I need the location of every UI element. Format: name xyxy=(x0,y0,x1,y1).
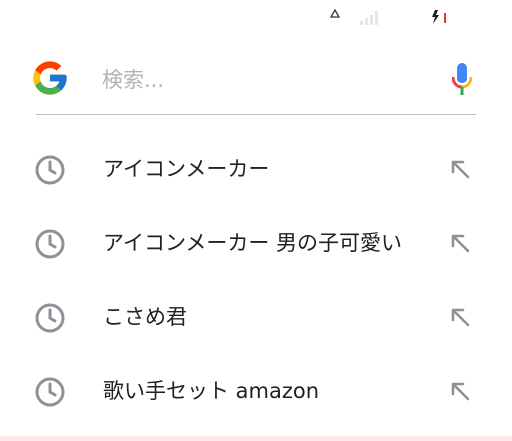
search-input[interactable] xyxy=(102,62,402,98)
google-g-logo[interactable] xyxy=(30,58,70,98)
fill-query-arrow-icon[interactable] xyxy=(448,157,472,181)
search-bar xyxy=(30,52,476,108)
search-divider xyxy=(36,114,476,115)
suggestion-text: アイコンメーカー xyxy=(103,157,270,181)
fill-query-arrow-icon[interactable] xyxy=(448,231,472,255)
fill-query-arrow-icon[interactable] xyxy=(448,305,472,329)
suggestion-item[interactable]: 歌い手セット amazon xyxy=(0,354,512,428)
history-icon xyxy=(35,303,65,333)
history-icon xyxy=(35,377,65,407)
suggestion-text: アイコンメーカー 男の子可愛い xyxy=(103,231,402,255)
bottom-edge-strip xyxy=(0,436,512,441)
fill-query-arrow-icon[interactable] xyxy=(448,379,472,403)
history-icon xyxy=(35,229,65,259)
battery-charging-icon xyxy=(432,10,446,24)
status-bar xyxy=(0,0,512,30)
history-icon xyxy=(35,155,65,185)
microphone-icon[interactable] xyxy=(452,63,472,95)
alarm-icon xyxy=(330,9,340,18)
suggestion-list: アイコンメーカー アイコンメーカー 男の子可愛い こさめ君 歌い手セット ama… xyxy=(0,132,512,428)
suggestion-text: こさめ君 xyxy=(103,305,187,329)
signal-icon xyxy=(360,11,378,25)
suggestion-text: 歌い手セット amazon xyxy=(103,379,320,403)
suggestion-item[interactable]: アイコンメーカー 男の子可愛い xyxy=(0,206,512,280)
google-search-screen: アイコンメーカー アイコンメーカー 男の子可愛い こさめ君 xyxy=(0,0,512,441)
suggestion-item[interactable]: アイコンメーカー xyxy=(0,132,512,206)
suggestion-item[interactable]: こさめ君 xyxy=(0,280,512,354)
